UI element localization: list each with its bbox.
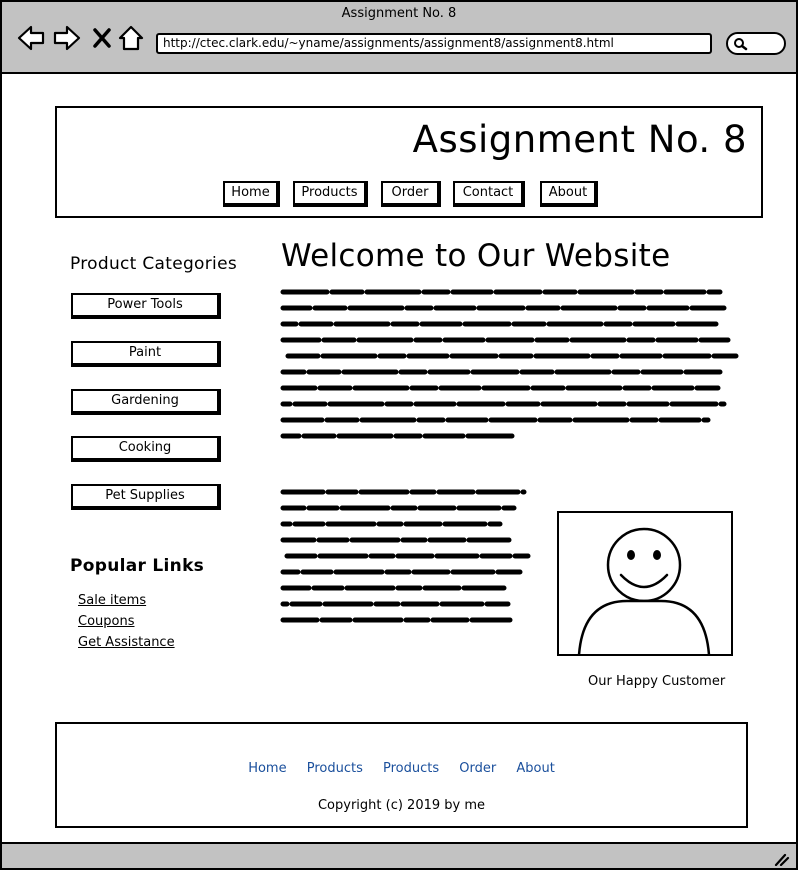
forward-icon[interactable] [52,24,82,52]
link-coupons[interactable]: Coupons [78,614,135,629]
footer-link-products[interactable]: Products [307,761,363,776]
person-icon [577,527,711,654]
site-footer: Home Products Products Order About Copyr… [55,722,748,828]
footer-link-home[interactable]: Home [248,761,286,776]
browser-search-box[interactable] [726,32,786,55]
customer-image [557,511,733,656]
image-caption: Our Happy Customer [588,674,726,689]
copyright-text: Copyright (c) 2019 by me [317,798,486,813]
category-pet-supplies[interactable]: Pet Supplies [71,484,221,510]
popular-links-heading: Popular Links [70,556,205,576]
browser-window: Assignment No. 8 http://ctec.clark.edu/~… [0,0,798,870]
nav-products[interactable]: Products [293,181,368,207]
nav-order[interactable]: Order [381,181,441,207]
resize-grip-icon[interactable] [774,852,790,866]
welcome-heading: Welcome to Our Website [281,238,671,274]
search-icon [734,38,748,51]
site-header: Assignment No. 8 Home Products Order Con… [55,106,763,218]
category-gardening[interactable]: Gardening [71,389,221,415]
status-bar [2,842,796,868]
category-paint[interactable]: Paint [71,341,221,367]
site-title: Assignment No. 8 [412,118,747,161]
categories-heading: Product Categories [70,254,237,274]
footer-nav: Home Products Products Order About [57,761,746,776]
window-title: Assignment No. 8 [341,6,457,21]
placeholder-paragraph-2 [280,489,531,623]
placeholder-paragraph-1 [280,289,739,439]
category-power-tools[interactable]: Power Tools [71,293,221,319]
link-sale-items[interactable]: Sale items [78,593,146,608]
header-nav: Home Products Order Contact About [57,181,761,207]
footer-link-products-2[interactable]: Products [383,761,439,776]
nav-home[interactable]: Home [223,181,280,207]
category-cooking[interactable]: Cooking [71,436,221,462]
footer-link-order[interactable]: Order [459,761,496,776]
home-icon[interactable] [117,24,145,52]
back-icon[interactable] [16,24,46,52]
close-icon[interactable] [90,24,114,52]
footer-link-about[interactable]: About [516,761,554,776]
nav-about[interactable]: About [540,181,598,207]
address-bar[interactable]: http://ctec.clark.edu/~yname/assignments… [156,33,712,54]
nav-contact[interactable]: Contact [453,181,525,207]
browser-toolbar: Assignment No. 8 http://ctec.clark.edu/~… [2,2,796,74]
link-get-assistance[interactable]: Get Assistance [78,635,175,650]
